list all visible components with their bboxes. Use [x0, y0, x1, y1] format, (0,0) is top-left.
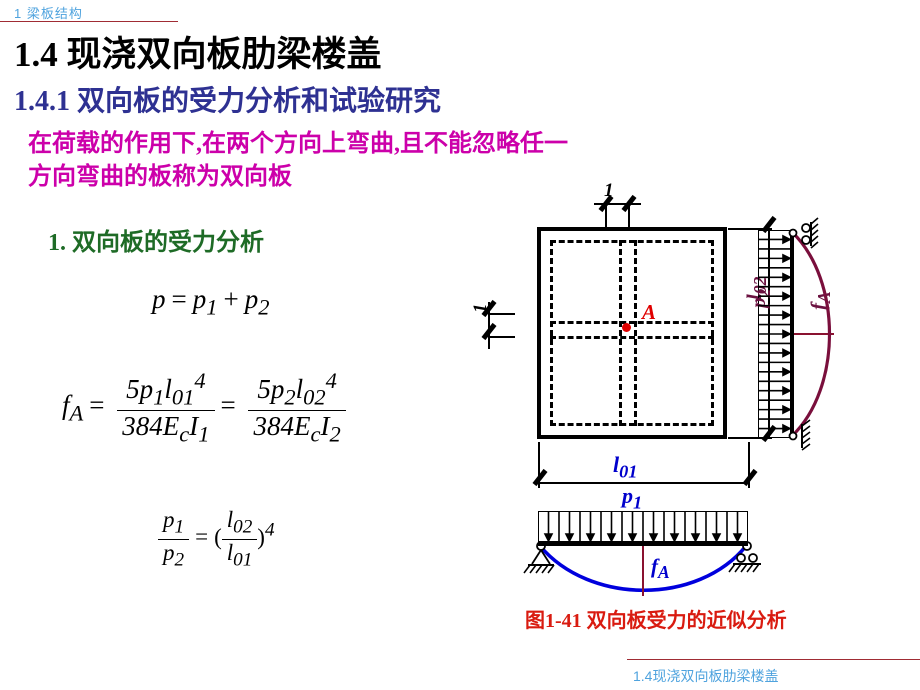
eq-defl-equals-1: =	[89, 390, 105, 421]
eq-load-plus: +	[223, 284, 239, 314]
eq-ratio-denominator: p2	[158, 538, 190, 572]
page-title: 1.4 现浇双向板肋梁楼盖	[14, 35, 382, 74]
eq-load-p2: p	[244, 284, 259, 314]
num2-l: l	[295, 374, 304, 404]
ratio-den-p-sub: 2	[174, 549, 185, 571]
eq-ratio-inner-num: l02	[222, 507, 258, 539]
section-title: 1.4.1 双向板的受力分析和试验研究	[14, 86, 442, 117]
subsection-title: 1. 双向板的受力分析	[48, 230, 264, 256]
load-p1-label: p1	[622, 483, 642, 513]
eq-defl-numerator-1: 5p1l014	[117, 368, 214, 410]
equation-load-ratio: p1 p2 =( l02 l01 )4	[158, 507, 275, 571]
den1-I: I	[189, 411, 199, 442]
eq-load-equals: =	[171, 284, 187, 314]
den1-E-sub: c	[179, 421, 190, 447]
num1-p-sub: 1	[153, 384, 165, 410]
eq-ratio-inner-den: l01	[221, 538, 258, 572]
footer-label: 1.4现浇双向板肋梁楼盖	[633, 668, 779, 684]
num2-p: p	[270, 374, 285, 404]
load-p1-subscript: 1	[633, 492, 643, 513]
eq-defl-denominator-1: 384EcI1	[117, 410, 215, 447]
num2-l-sub: 02	[303, 384, 326, 410]
num1-l-sup: 4	[194, 368, 206, 393]
eq-ratio-numerator: p1	[158, 507, 189, 539]
load-p1-symbol: p	[622, 483, 633, 508]
den2-coef: 384	[253, 411, 294, 442]
num2-l-sup: 4	[325, 368, 337, 393]
eq-defl-equals-2: =	[220, 390, 236, 421]
deflection-h-subscript: A	[658, 562, 670, 583]
eq-load-p1-sub: 1	[206, 294, 218, 320]
ratio-inner-den-sub: 01	[233, 549, 253, 571]
eq-defl-f-sub: A	[69, 400, 84, 426]
equation-deflection: fA = 5p1l014 384EcI1 = 5p2l024 384EcI2	[62, 368, 346, 448]
eq-ratio-open-paren: (	[214, 524, 222, 550]
den1-E: E	[162, 411, 180, 442]
deflection-h-indicator-line	[642, 546, 644, 596]
eq-defl-f: f	[62, 390, 70, 421]
ratio-num-p: p	[163, 507, 175, 532]
ratio-num-p-sub: 1	[174, 516, 185, 538]
deflection-curve-vertical	[790, 230, 832, 438]
figure-vector-overlay	[523, 217, 832, 592]
support-v-bottom	[788, 419, 811, 451]
footer-divider	[627, 659, 920, 660]
equation-load-decomposition: p = p1 + p2	[152, 284, 269, 320]
definition-line-1: 在荷载的作用下,在两个方向上弯曲,且不能忽略任一	[28, 131, 568, 157]
eq-load-lhs: p	[152, 284, 166, 314]
num1-p: p	[139, 374, 154, 404]
den2-I-sub: 2	[329, 421, 341, 447]
num2-coef: 5	[257, 374, 271, 404]
header-divider	[0, 21, 178, 22]
eq-defl-fraction-1: 5p1l014 384EcI1	[117, 368, 215, 448]
header-breadcrumb: 1 梁板结构	[14, 6, 83, 21]
eq-ratio-fraction: p1 p2	[158, 507, 190, 572]
eq-defl-fraction-2: 5p2l024 384EcI2	[248, 368, 346, 448]
den2-E-sub: c	[310, 421, 321, 447]
eq-ratio-exponent: 4	[264, 519, 275, 541]
eq-ratio-equals: =	[195, 524, 209, 550]
eq-defl-numerator-2: 5p2l024	[248, 368, 345, 410]
beam-h-load-envelope	[538, 511, 748, 543]
num1-l-sub: 01	[171, 384, 195, 410]
eq-ratio-inner-fraction: l02 l01	[221, 507, 258, 572]
eq-load-p1: p	[192, 284, 207, 314]
figure-1-41: 1 1 A l02 l01 p2 fA p1 fA 图1-41 双向板受力的近似…	[470, 180, 920, 660]
num1-l: l	[164, 374, 172, 404]
figure-caption: 图1-41 双向板受力的近似分析	[525, 610, 787, 632]
eq-load-p2-sub: 2	[258, 294, 270, 320]
num2-p-sub: 2	[284, 384, 296, 410]
deflection-h-symbol: f	[651, 554, 658, 578]
ratio-inner-num-sub: 02	[233, 516, 253, 538]
den2-E: E	[293, 411, 311, 442]
deflection-h-label: fA	[651, 554, 670, 583]
den1-coef: 384	[122, 411, 163, 442]
eq-ratio-close-paren: )	[257, 524, 265, 550]
beam-h-member	[538, 541, 748, 546]
eq-defl-denominator-2: 384EcI2	[248, 410, 346, 447]
num1-coef: 5	[126, 374, 140, 404]
den1-I-sub: 1	[198, 421, 210, 447]
ratio-den-p: p	[163, 539, 175, 565]
support-v-top	[788, 217, 819, 249]
